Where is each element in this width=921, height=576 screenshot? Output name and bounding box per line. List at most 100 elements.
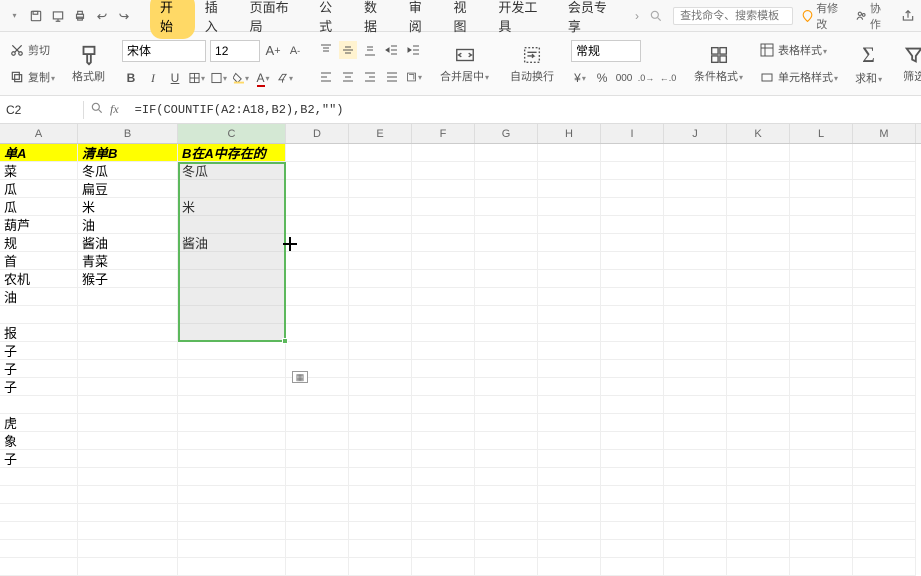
col-header-F[interactable]: F: [412, 124, 475, 143]
cell-K5[interactable]: [727, 216, 790, 234]
cell-C16[interactable]: [178, 414, 286, 432]
col-header-A[interactable]: A: [0, 124, 78, 143]
cell-D11[interactable]: [286, 324, 349, 342]
cell-K16[interactable]: [727, 414, 790, 432]
dropdown-icon[interactable]: [4, 6, 24, 26]
cell-K21[interactable]: [727, 504, 790, 522]
print-icon[interactable]: [70, 6, 90, 26]
cell-H1[interactable]: [538, 144, 601, 162]
cell-A19[interactable]: [0, 468, 78, 486]
col-header-I[interactable]: I: [601, 124, 664, 143]
cell-M16[interactable]: [853, 414, 916, 432]
cell-G19[interactable]: [475, 468, 538, 486]
autofill-options-icon[interactable]: ▦: [292, 371, 308, 383]
cell-A20[interactable]: [0, 486, 78, 504]
cell-A5[interactable]: 葫芦: [0, 216, 78, 234]
cell-I11[interactable]: [601, 324, 664, 342]
cell-A9[interactable]: 油: [0, 288, 78, 306]
col-header-B[interactable]: B: [78, 124, 178, 143]
cell-I20[interactable]: [601, 486, 664, 504]
cell-C6[interactable]: 酱油: [178, 234, 286, 252]
cell-D5[interactable]: [286, 216, 349, 234]
cell-F11[interactable]: [412, 324, 475, 342]
cell-A23[interactable]: [0, 540, 78, 558]
cut-button[interactable]: 剪切: [10, 41, 55, 59]
cell-A13[interactable]: 子: [0, 360, 78, 378]
cell-B21[interactable]: [78, 504, 178, 522]
cell-G2[interactable]: [475, 162, 538, 180]
cell-H3[interactable]: [538, 180, 601, 198]
cell-C20[interactable]: [178, 486, 286, 504]
cell-B22[interactable]: [78, 522, 178, 540]
cell-B8[interactable]: 猴子: [78, 270, 178, 288]
cell-A24[interactable]: [0, 558, 78, 576]
cell-G12[interactable]: [475, 342, 538, 360]
tab-layout[interactable]: 页面布局: [240, 0, 310, 39]
cell-J7[interactable]: [664, 252, 727, 270]
cell-K23[interactable]: [727, 540, 790, 558]
undo-icon[interactable]: [92, 6, 112, 26]
cell-H16[interactable]: [538, 414, 601, 432]
cell-F16[interactable]: [412, 414, 475, 432]
cell-D22[interactable]: [286, 522, 349, 540]
cell-H4[interactable]: [538, 198, 601, 216]
cell-J1[interactable]: [664, 144, 727, 162]
cell-L14[interactable]: [790, 378, 853, 396]
cell-D12[interactable]: [286, 342, 349, 360]
cell-J18[interactable]: [664, 450, 727, 468]
cell-E7[interactable]: [349, 252, 412, 270]
cell-G16[interactable]: [475, 414, 538, 432]
cell-G20[interactable]: [475, 486, 538, 504]
cell-H11[interactable]: [538, 324, 601, 342]
cell-D9[interactable]: [286, 288, 349, 306]
cell-I12[interactable]: [601, 342, 664, 360]
cell-M17[interactable]: [853, 432, 916, 450]
align-right-icon[interactable]: [361, 68, 379, 86]
cell-J20[interactable]: [664, 486, 727, 504]
cell-M5[interactable]: [853, 216, 916, 234]
cell-M12[interactable]: [853, 342, 916, 360]
cell-L10[interactable]: [790, 306, 853, 324]
cell-I19[interactable]: [601, 468, 664, 486]
cell-I6[interactable]: [601, 234, 664, 252]
cell-K7[interactable]: [727, 252, 790, 270]
cell-M15[interactable]: [853, 396, 916, 414]
cell-style-button[interactable]: 单元格样式: [760, 68, 838, 86]
cell-M4[interactable]: [853, 198, 916, 216]
cell-G15[interactable]: [475, 396, 538, 414]
cell-K2[interactable]: [727, 162, 790, 180]
cell-G9[interactable]: [475, 288, 538, 306]
cell-J21[interactable]: [664, 504, 727, 522]
cell-H17[interactable]: [538, 432, 601, 450]
cell-D16[interactable]: [286, 414, 349, 432]
cell-C17[interactable]: [178, 432, 286, 450]
cell-K13[interactable]: [727, 360, 790, 378]
cell-J3[interactable]: [664, 180, 727, 198]
cell-B23[interactable]: [78, 540, 178, 558]
cell-L21[interactable]: [790, 504, 853, 522]
col-header-J[interactable]: J: [664, 124, 727, 143]
cell-D24[interactable]: [286, 558, 349, 576]
cell-D21[interactable]: [286, 504, 349, 522]
cell-H14[interactable]: [538, 378, 601, 396]
cell-L19[interactable]: [790, 468, 853, 486]
cell-I18[interactable]: [601, 450, 664, 468]
col-header-H[interactable]: H: [538, 124, 601, 143]
align-center-icon[interactable]: [339, 68, 357, 86]
cell-J12[interactable]: [664, 342, 727, 360]
cell-G17[interactable]: [475, 432, 538, 450]
cell-E19[interactable]: [349, 468, 412, 486]
cell-L7[interactable]: [790, 252, 853, 270]
decrease-font-icon[interactable]: A-: [286, 42, 304, 60]
merge-button[interactable]: 合并居中: [436, 42, 493, 86]
table-style-button[interactable]: 表格样式: [760, 41, 838, 59]
cell-L23[interactable]: [790, 540, 853, 558]
cell-A1[interactable]: 单A: [0, 144, 78, 162]
cell-J14[interactable]: [664, 378, 727, 396]
cell-M3[interactable]: [853, 180, 916, 198]
cell-B10[interactable]: [78, 306, 178, 324]
cell-M20[interactable]: [853, 486, 916, 504]
cell-D2[interactable]: [286, 162, 349, 180]
cell-F5[interactable]: [412, 216, 475, 234]
cell-D15[interactable]: [286, 396, 349, 414]
